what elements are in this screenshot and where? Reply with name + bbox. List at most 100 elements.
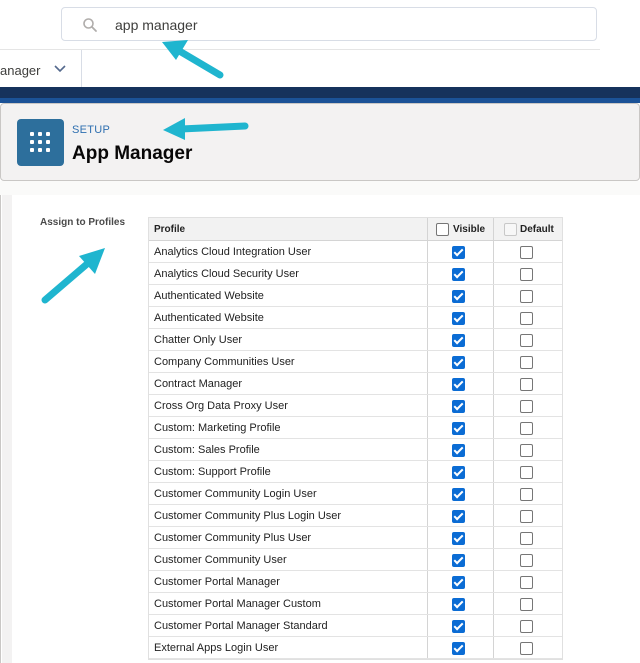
profile-name: Authenticated Website [154, 312, 264, 324]
visible-checkbox[interactable] [452, 400, 465, 413]
visible-checkbox[interactable] [452, 378, 465, 391]
visible-checkbox[interactable] [452, 290, 465, 303]
default-checkbox[interactable] [520, 444, 533, 457]
column-divider [427, 285, 428, 306]
default-column-header: Default [520, 224, 554, 235]
column-divider [493, 615, 494, 636]
visible-checkbox[interactable] [452, 356, 465, 369]
default-checkbox[interactable] [520, 576, 533, 589]
table-header-row: Profile Visible Default [149, 218, 562, 241]
default-checkbox[interactable] [520, 400, 533, 413]
column-divider [427, 571, 428, 592]
column-divider [493, 571, 494, 592]
profile-name: Chatter Only User [154, 334, 243, 346]
visible-checkbox[interactable] [452, 554, 465, 567]
visible-checkbox[interactable] [452, 444, 465, 457]
table-row: Company Communities User [149, 351, 562, 373]
column-divider [427, 461, 428, 482]
column-divider [493, 218, 494, 240]
profile-name: Customer Portal Manager Custom [154, 598, 321, 610]
visible-checkbox[interactable] [452, 334, 465, 347]
table-row: Analytics Cloud Security User [149, 263, 562, 285]
default-checkbox[interactable] [520, 620, 533, 633]
visible-checkbox[interactable] [452, 268, 465, 281]
visible-checkbox[interactable] [452, 466, 465, 479]
column-divider [493, 417, 494, 438]
chevron-down-icon[interactable] [53, 64, 67, 74]
table-row: Custom: Sales Profile [149, 439, 562, 461]
column-divider [427, 373, 428, 394]
default-checkbox[interactable] [520, 268, 533, 281]
table-row: Customer Community Plus Login User [149, 505, 562, 527]
visible-checkbox[interactable] [452, 312, 465, 325]
table-row: Customer Community User [149, 549, 562, 571]
default-checkbox[interactable] [520, 246, 533, 259]
profile-column-header: Profile [154, 224, 186, 235]
column-divider [427, 637, 428, 658]
nav-app-label[interactable]: anager [0, 63, 40, 78]
visible-checkbox[interactable] [452, 510, 465, 523]
global-search-input[interactable]: app manager [61, 7, 597, 41]
visible-checkbox[interactable] [452, 488, 465, 501]
profile-name: Customer Portal Manager [154, 576, 280, 588]
column-divider [493, 439, 494, 460]
default-select-all-checkbox [504, 223, 517, 236]
visible-checkbox[interactable] [452, 422, 465, 435]
default-checkbox[interactable] [520, 422, 533, 435]
default-checkbox[interactable] [520, 554, 533, 567]
table-row: Customer Portal Manager Standard [149, 615, 562, 637]
search-icon [83, 18, 97, 32]
visible-checkbox[interactable] [452, 576, 465, 589]
column-divider [427, 439, 428, 460]
table-row: Authenticated Website [149, 285, 562, 307]
app-nav-bar: anager [0, 50, 640, 87]
column-divider [493, 527, 494, 548]
table-row: Contract Manager [149, 373, 562, 395]
visible-select-all-checkbox[interactable] [436, 223, 449, 236]
column-divider [427, 329, 428, 350]
profile-name: Custom: Sales Profile [154, 444, 260, 456]
annotation-arrow-search [162, 40, 224, 79]
profile-name: Customer Community Plus Login User [154, 510, 342, 522]
column-divider [427, 351, 428, 372]
profile-name: External Apps Login User [154, 642, 279, 654]
column-divider [493, 549, 494, 570]
column-divider [493, 285, 494, 306]
column-divider [427, 218, 428, 240]
table-row: Customer Community Login User [149, 483, 562, 505]
column-divider [427, 549, 428, 570]
default-checkbox[interactable] [520, 378, 533, 391]
breadcrumb: SETUP [72, 124, 111, 136]
visible-checkbox[interactable] [452, 620, 465, 633]
default-checkbox[interactable] [520, 466, 533, 479]
profile-name: Analytics Cloud Security User [154, 268, 299, 280]
default-checkbox[interactable] [520, 334, 533, 347]
column-divider [493, 395, 494, 416]
default-checkbox[interactable] [520, 312, 533, 325]
table-row: Custom: Marketing Profile [149, 417, 562, 439]
default-checkbox[interactable] [520, 488, 533, 501]
default-checkbox[interactable] [520, 642, 533, 655]
column-divider [427, 505, 428, 526]
profile-name: Cross Org Data Proxy User [154, 400, 288, 412]
column-divider [493, 307, 494, 328]
page-header: SETUP App Manager [0, 103, 640, 181]
table-row: Cross Org Data Proxy User [149, 395, 562, 417]
default-checkbox[interactable] [520, 510, 533, 523]
visible-checkbox[interactable] [452, 642, 465, 655]
visible-checkbox[interactable] [452, 532, 465, 545]
column-divider [493, 505, 494, 526]
default-checkbox[interactable] [520, 356, 533, 369]
column-divider [427, 417, 428, 438]
visible-checkbox[interactable] [452, 598, 465, 611]
nav-divider [81, 50, 82, 87]
column-divider [493, 483, 494, 504]
visible-checkbox[interactable] [452, 246, 465, 259]
default-checkbox[interactable] [520, 532, 533, 545]
profile-name: Contract Manager [154, 378, 243, 390]
visible-column-header: Visible [453, 224, 486, 235]
default-checkbox[interactable] [520, 290, 533, 303]
annotation-arrow-title [163, 118, 249, 140]
default-checkbox[interactable] [520, 598, 533, 611]
table-row: Authenticated Website [149, 307, 562, 329]
